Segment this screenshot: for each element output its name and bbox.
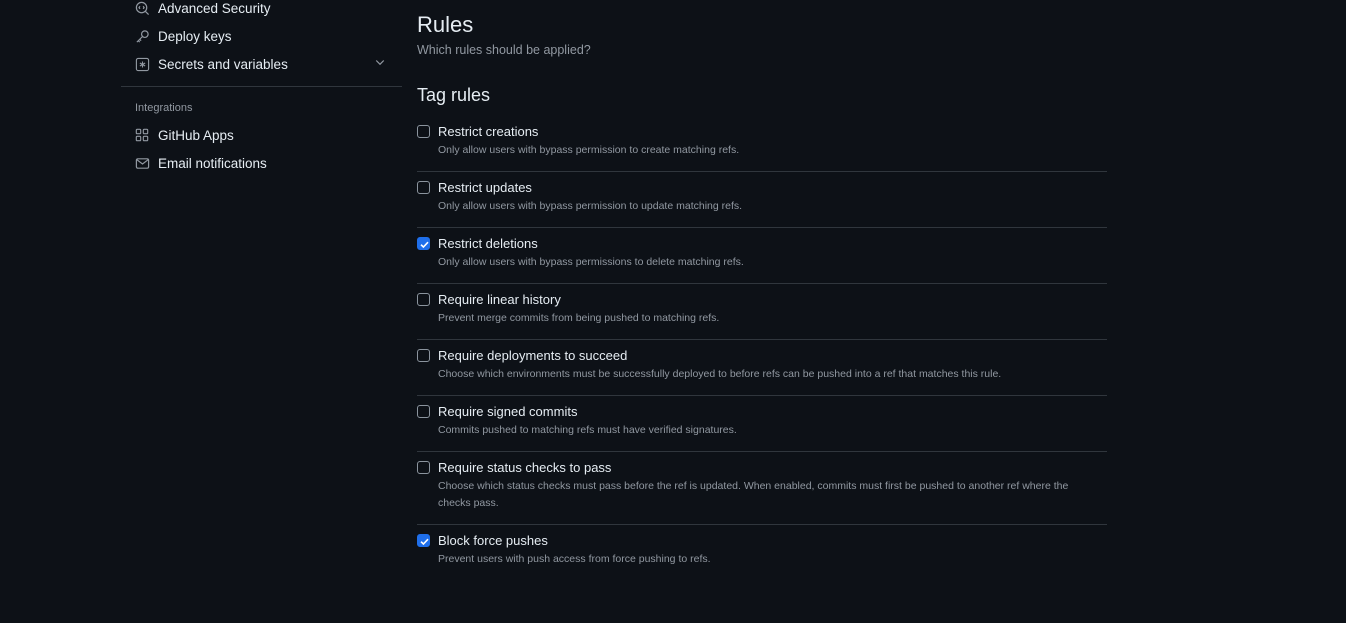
page: Advanced Security Deploy keys Secrets an… bbox=[0, 0, 1346, 623]
rule-label[interactable]: Restrict deletions bbox=[438, 236, 1107, 252]
rule-description: Commits pushed to matching refs must hav… bbox=[438, 424, 737, 436]
rule-checkbox[interactable] bbox=[417, 125, 430, 138]
rule-checkbox[interactable] bbox=[417, 461, 430, 474]
rule-label[interactable]: Require deployments to succeed bbox=[438, 348, 1107, 364]
rule-description: Choose which status checks must pass bef… bbox=[438, 480, 1069, 509]
rule-description: Only allow users with bypass permission … bbox=[438, 144, 740, 156]
rule-restrict-deletions: Restrict deletions Only allow users with… bbox=[417, 228, 1107, 284]
checkmark-icon bbox=[420, 241, 429, 249]
rule-label[interactable]: Require linear history bbox=[438, 292, 1107, 308]
page-subtitle: Which rules should be applied? bbox=[417, 43, 591, 57]
page-title: Rules bbox=[417, 12, 474, 37]
sidebar-item-advanced-security[interactable]: Advanced Security bbox=[121, 0, 402, 22]
rule-restrict-updates: Restrict updates Only allow users with b… bbox=[417, 172, 1107, 228]
rule-require-signed-commits: Require signed commits Commits pushed to… bbox=[417, 396, 1107, 452]
shield-search-icon bbox=[134, 0, 150, 16]
rule-checkbox[interactable] bbox=[417, 181, 430, 194]
sidebar-item-github-apps[interactable]: GitHub Apps bbox=[121, 121, 402, 149]
apps-icon bbox=[134, 127, 150, 143]
mail-icon bbox=[134, 155, 150, 171]
sidebar-item-label: GitHub Apps bbox=[158, 127, 234, 143]
checkmark-icon bbox=[420, 538, 429, 546]
rule-require-status-checks: Require status checks to pass Choose whi… bbox=[417, 452, 1107, 525]
key-icon bbox=[134, 28, 150, 44]
rule-require-deployments: Require deployments to succeed Choose wh… bbox=[417, 340, 1107, 396]
rule-description: Choose which environments must be succes… bbox=[438, 368, 1002, 380]
section-title: Tag rules bbox=[417, 85, 491, 105]
sidebar-divider bbox=[121, 86, 402, 87]
sidebar-item-label: Email notifications bbox=[158, 155, 267, 171]
rules-list: Restrict creations Only allow users with… bbox=[417, 116, 1107, 580]
rule-checkbox[interactable] bbox=[417, 293, 430, 306]
rule-description: Prevent merge commits from being pushed … bbox=[438, 312, 720, 324]
rule-label[interactable]: Block force pushes bbox=[438, 533, 1107, 549]
rule-description: Only allow users with bypass permissions… bbox=[438, 256, 744, 268]
rule-label[interactable]: Require signed commits bbox=[438, 404, 1107, 420]
rule-checkbox[interactable] bbox=[417, 405, 430, 418]
sidebar-item-email-notifications[interactable]: Email notifications bbox=[121, 149, 402, 177]
sidebar-item-deploy-keys[interactable]: Deploy keys bbox=[121, 22, 402, 50]
rule-block-force-pushes: Block force pushes Prevent users with pu… bbox=[417, 525, 1107, 580]
rule-require-linear-history: Require linear history Prevent merge com… bbox=[417, 284, 1107, 340]
sidebar-item-label: Advanced Security bbox=[158, 0, 271, 16]
sidebar-item-secrets-and-variables[interactable]: Secrets and variables bbox=[121, 50, 402, 78]
rule-checkbox[interactable] bbox=[417, 349, 430, 362]
sidebar-section-heading: Integrations bbox=[135, 102, 193, 114]
asterisk-icon bbox=[134, 56, 150, 72]
rule-restrict-creations: Restrict creations Only allow users with… bbox=[417, 116, 1107, 172]
rule-checkbox[interactable] bbox=[417, 237, 430, 250]
chevron-down-icon[interactable] bbox=[374, 56, 386, 71]
sidebar-item-label: Secrets and variables bbox=[158, 56, 288, 72]
rule-label[interactable]: Restrict updates bbox=[438, 180, 1107, 196]
settings-sidebar: Advanced Security Deploy keys Secrets an… bbox=[121, 0, 402, 177]
rule-description: Prevent users with push access from forc… bbox=[438, 553, 711, 565]
rule-checkbox[interactable] bbox=[417, 534, 430, 547]
rule-description: Only allow users with bypass permission … bbox=[438, 200, 743, 212]
rule-label[interactable]: Require status checks to pass bbox=[438, 460, 1107, 476]
rule-label[interactable]: Restrict creations bbox=[438, 124, 1107, 140]
sidebar-item-label: Deploy keys bbox=[158, 28, 232, 44]
